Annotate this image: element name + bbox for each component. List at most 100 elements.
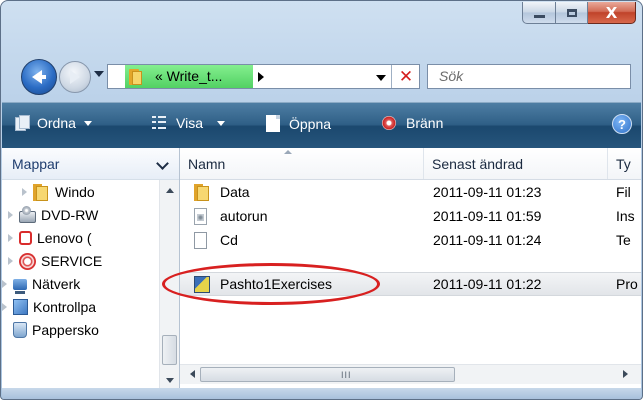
folder-icon <box>129 69 143 85</box>
setup-info-icon <box>194 208 207 225</box>
caption-buttons: X <box>522 2 636 26</box>
file-modified: 2011-09-11 01:24 <box>433 232 542 248</box>
file-modified: 2011-09-11 01:59 <box>433 208 542 224</box>
views-icon <box>152 116 166 130</box>
scroll-left-icon[interactable] <box>190 370 195 378</box>
close-icon: X <box>605 3 618 22</box>
expand-arrow-icon[interactable] <box>8 257 13 265</box>
tree-item-label: Kontrollpa <box>33 299 97 315</box>
recycle-bin-icon <box>13 322 27 338</box>
open-button[interactable]: Öppna <box>266 115 331 132</box>
expand-arrow-icon[interactable] <box>2 280 7 288</box>
expand-arrow-icon[interactable] <box>22 188 27 196</box>
column-type-label: Ty <box>616 155 631 172</box>
horizontal-scrollbar[interactable]: III <box>180 364 641 384</box>
tree-item-network[interactable]: Nätverk <box>2 273 80 295</box>
open-label: Öppna <box>289 115 332 132</box>
tree-item-recycle-bin[interactable]: Pappersko <box>13 319 99 341</box>
column-headers: Namn Senast ändrad Ty <box>180 148 641 180</box>
organize-button[interactable]: Ordna <box>15 115 92 131</box>
scroll-right-icon[interactable] <box>623 370 628 378</box>
minimize-button[interactable] <box>522 2 556 24</box>
tree-item-label: Nätverk <box>32 276 81 292</box>
network-icon <box>13 278 27 294</box>
text-file-icon <box>194 232 207 249</box>
scroll-grip: III <box>341 370 352 380</box>
scroll-up-icon[interactable] <box>166 188 174 193</box>
scrollbar-thumb[interactable]: III <box>200 367 455 382</box>
column-modified-label: Senast ändrad <box>432 155 524 172</box>
minimize-icon <box>533 15 545 18</box>
column-type[interactable]: Ty <box>608 148 642 179</box>
file-modified: 2011-09-11 01:22 <box>433 276 542 292</box>
column-name-label: Namn <box>188 155 226 172</box>
views-label: Visa <box>176 115 203 131</box>
scrollbar-thumb[interactable] <box>162 335 177 365</box>
expand-arrow-icon[interactable] <box>8 211 13 219</box>
file-row-autorun[interactable]: autorun 2011-09-11 01:59 Ins <box>180 205 641 229</box>
highlight-circle <box>162 263 380 305</box>
file-row-data[interactable]: Data 2011-09-11 01:23 Fil <box>180 181 641 205</box>
tree-item-windows[interactable]: Windo <box>22 181 95 203</box>
organize-label: Ordna <box>37 115 76 131</box>
breadcrumb-arrow-icon[interactable] <box>258 72 264 82</box>
expand-arrow-icon[interactable] <box>2 303 7 311</box>
lenovo-drive-icon <box>19 231 32 245</box>
maximize-icon <box>566 8 577 17</box>
explorer-window: X « Write_t... ✕ Sök Ordna Visa Öppna Br… <box>0 0 643 400</box>
document-icon <box>266 115 280 132</box>
organize-icon <box>15 115 30 131</box>
column-name[interactable]: Namn <box>180 148 424 179</box>
window-bottom-border <box>2 388 641 399</box>
service-drive-icon <box>19 252 36 270</box>
clear-address-button[interactable]: ✕ <box>391 65 420 88</box>
tree-item-label: DVD-RW <box>41 207 99 223</box>
forward-button[interactable] <box>59 61 91 93</box>
dvd-drive-icon <box>19 206 36 223</box>
breadcrumb[interactable]: « Write_t... <box>125 65 253 88</box>
address-row: « Write_t... ✕ Sök <box>1 47 642 101</box>
tree-item-lenovo[interactable]: Lenovo ( <box>8 227 91 249</box>
navigation-pane: Mappar Windo DVD-RW Lenovo ( SERVICE Nät… <box>2 148 180 388</box>
tree-item-service[interactable]: SERVICE <box>8 250 102 272</box>
file-type: Fil <box>616 184 631 200</box>
search-input[interactable]: Sök <box>427 64 631 89</box>
folder-icon <box>33 183 50 201</box>
tree-item-label: Windo <box>55 184 95 200</box>
command-bar: Ordna Visa Öppna Bränn ? <box>2 102 641 148</box>
search-placeholder: Sök <box>439 68 464 84</box>
file-name: Cd <box>220 232 238 248</box>
file-modified: 2011-09-11 01:23 <box>433 184 542 200</box>
file-type: Pro <box>616 276 638 292</box>
tree-item-label: Lenovo ( <box>37 230 92 246</box>
close-button[interactable]: X <box>588 2 636 24</box>
views-button[interactable]: Visa <box>152 115 225 131</box>
folders-label: Mappar <box>12 156 60 172</box>
help-button[interactable]: ? <box>612 114 632 134</box>
address-bar[interactable]: « Write_t... ✕ <box>107 64 420 89</box>
recent-pages-dropdown[interactable] <box>94 71 104 77</box>
tree-item-label: SERVICE <box>41 253 103 269</box>
breadcrumb-label[interactable]: « Write_t... <box>155 68 222 84</box>
address-dropdown-icon[interactable] <box>376 75 386 81</box>
folders-header[interactable]: Mappar <box>2 148 179 180</box>
expand-arrow-icon[interactable] <box>8 234 13 242</box>
file-row-cd[interactable]: Cd 2011-09-11 01:24 Te <box>180 229 641 253</box>
back-button[interactable] <box>21 59 57 95</box>
tree-item-dvd-rw[interactable]: DVD-RW <box>8 204 98 226</box>
forward-arrow-icon <box>70 70 80 84</box>
burn-disc-icon <box>382 116 396 130</box>
column-modified[interactable]: Senast ändrad <box>424 148 608 179</box>
scroll-down-icon[interactable] <box>166 378 174 383</box>
burn-label: Bränn <box>406 115 444 131</box>
file-name: autorun <box>220 208 268 224</box>
burn-button[interactable]: Bränn <box>382 115 443 131</box>
sort-arrow-icon <box>284 150 292 154</box>
file-type: Ins <box>616 208 635 224</box>
file-type: Te <box>616 232 631 248</box>
chevron-down-icon[interactable] <box>156 157 169 170</box>
file-name: Data <box>220 184 250 200</box>
maximize-button[interactable] <box>556 2 588 24</box>
tree-item-control-panel[interactable]: Kontrollpa <box>2 296 96 318</box>
folder-icon <box>194 184 210 201</box>
